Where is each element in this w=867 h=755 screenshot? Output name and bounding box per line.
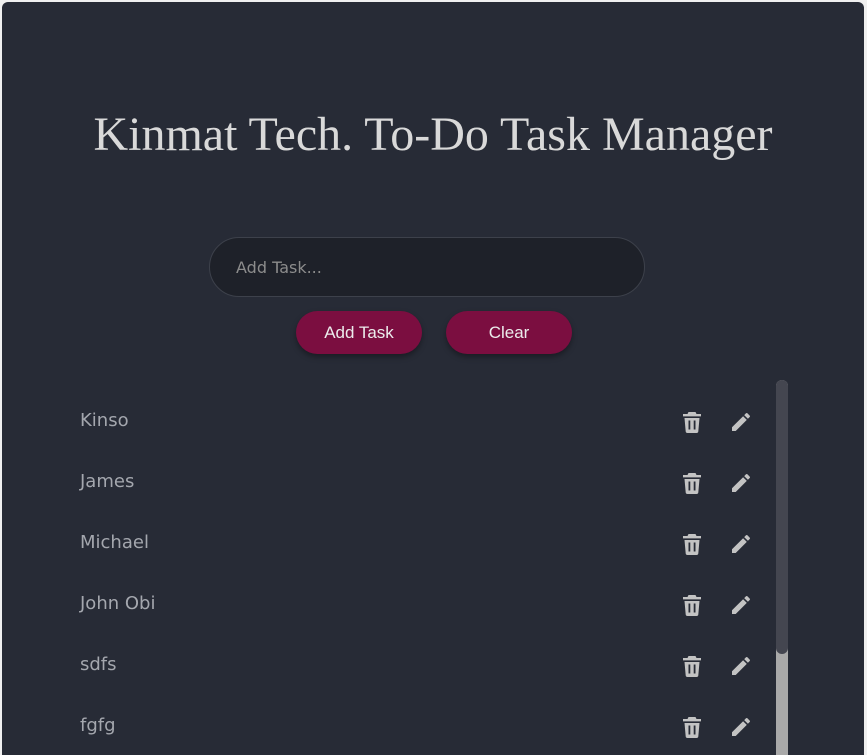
scrollbar-thumb[interactable]: [776, 380, 788, 654]
task-item: James: [2, 451, 864, 512]
task-label: James: [80, 471, 135, 492]
task-list: Kinso James Michael John Obi sdfs fgfg: [2, 390, 864, 755]
task-item: fgfg: [2, 695, 864, 755]
task-label: sdfs: [80, 654, 117, 675]
task-item: John Obi: [2, 573, 864, 634]
task-label: Kinso: [80, 410, 129, 431]
trash-icon[interactable]: [680, 532, 704, 556]
trash-icon[interactable]: [680, 471, 704, 495]
task-label: Michael: [80, 532, 149, 553]
add-task-button[interactable]: Add Task: [296, 311, 422, 354]
clear-button[interactable]: Clear: [446, 311, 572, 354]
trash-icon[interactable]: [680, 654, 704, 678]
task-label: fgfg: [80, 715, 116, 736]
pencil-icon[interactable]: [729, 715, 753, 739]
add-task-input[interactable]: [209, 237, 645, 297]
pencil-icon[interactable]: [729, 532, 753, 556]
list-scrollbar[interactable]: [776, 380, 788, 755]
trash-icon[interactable]: [680, 593, 704, 617]
pencil-icon[interactable]: [729, 593, 753, 617]
pencil-icon[interactable]: [729, 410, 753, 434]
task-item: Michael: [2, 512, 864, 573]
task-item: sdfs: [2, 634, 864, 695]
task-item: Kinso: [2, 390, 864, 451]
todo-app: Kinmat Tech. To-Do Task Manager Add Task…: [2, 2, 864, 755]
pencil-icon[interactable]: [729, 654, 753, 678]
page-title: Kinmat Tech. To-Do Task Manager: [93, 108, 773, 161]
task-label: John Obi: [80, 593, 156, 614]
trash-icon[interactable]: [680, 715, 704, 739]
pencil-icon[interactable]: [729, 471, 753, 495]
trash-icon[interactable]: [680, 410, 704, 434]
